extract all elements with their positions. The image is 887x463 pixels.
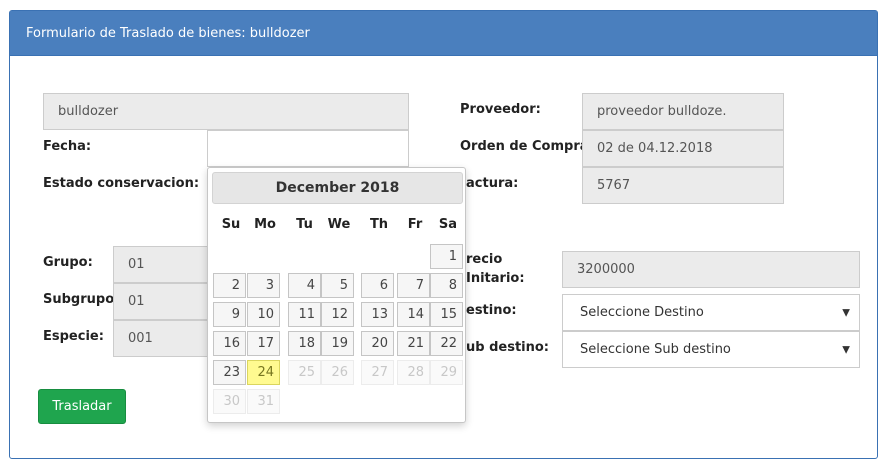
calendar-day[interactable]: 19	[321, 331, 354, 356]
calendar-day[interactable]: 1	[430, 244, 463, 269]
datepicker-month-title: December 2018	[212, 172, 463, 204]
fecha-label: Fecha:	[43, 139, 92, 154]
weekday-header: Mo	[254, 217, 276, 232]
asset-name-field: bulldozer	[43, 93, 409, 130]
grupo-field: 01	[113, 246, 213, 283]
calendar-day[interactable]: 20	[361, 331, 394, 356]
weekday-header: Su	[221, 217, 241, 232]
calendar-day[interactable]: 16	[213, 331, 246, 356]
calendar-day: 29	[430, 360, 463, 385]
calendar-day[interactable]: 8	[430, 273, 463, 298]
precio-label-line-2: Initario:	[466, 271, 525, 286]
weekday-header: Tu	[296, 217, 313, 232]
calendar-day-today[interactable]: 24	[247, 360, 280, 385]
datepicker-popup: December 2018 Su Mo Tu We Th Fr Sa 1 2 3 4 5 6 7 8 9 10 1…	[207, 167, 466, 423]
precio-unitario-field: 3200000	[562, 251, 860, 288]
calendar-day: 26	[321, 360, 354, 385]
fecha-input[interactable]	[207, 130, 409, 167]
weekday-header: Fr	[407, 217, 423, 232]
calendar-day[interactable]: 3	[247, 273, 280, 298]
calendar-day[interactable]: 4	[288, 273, 321, 298]
especie-field: 001	[113, 320, 213, 357]
calendar-day[interactable]: 5	[321, 273, 354, 298]
calendar-day: 30	[213, 389, 246, 414]
weekday-header: We	[327, 217, 351, 232]
weekday-header: Sa	[438, 217, 458, 232]
calendar-day: 28	[397, 360, 430, 385]
calendar-day[interactable]: 14	[397, 302, 430, 327]
grupo-label: Grupo:	[43, 255, 93, 270]
calendar-day: 31	[247, 389, 280, 414]
proveedor-label: Proveedor:	[460, 102, 541, 117]
subdestino-selected-value: Seleccione Sub destino	[580, 342, 731, 357]
calendar-day: 25	[288, 360, 321, 385]
subdestino-label: ub destino:	[466, 340, 550, 355]
calendar-day[interactable]: 15	[430, 302, 463, 327]
panel-title: Formulario de Traslado de bienes: bulldo…	[10, 11, 877, 56]
trasladar-button[interactable]: Trasladar	[38, 389, 126, 424]
calendar-day[interactable]: 9	[213, 302, 246, 327]
calendar-day[interactable]: 22	[430, 331, 463, 356]
destino-label: estino:	[466, 303, 517, 318]
orden-compra-field: 02 de 04.12.2018	[582, 130, 784, 167]
precio-unitario-label: recio Initario:	[466, 250, 525, 288]
destino-select[interactable]: Seleccione Destino ▼	[562, 294, 860, 331]
calendar-day[interactable]: 21	[397, 331, 430, 356]
calendar-day[interactable]: 13	[361, 302, 394, 327]
calendar-day[interactable]: 11	[288, 302, 321, 327]
chevron-down-icon: ▼	[842, 344, 850, 355]
precio-label-line-1: recio	[466, 252, 503, 267]
weekday-header: Th	[369, 217, 389, 232]
especie-label: Especie:	[43, 329, 104, 344]
calendar-day[interactable]: 2	[213, 273, 246, 298]
calendar-day[interactable]: 12	[321, 302, 354, 327]
subdestino-select[interactable]: Seleccione Sub destino ▼	[562, 331, 860, 368]
calendar-day[interactable]: 23	[213, 360, 246, 385]
calendar-day[interactable]: 10	[247, 302, 280, 327]
proveedor-field: proveedor bulldoze.	[582, 93, 784, 130]
calendar-day[interactable]: 17	[247, 331, 280, 356]
calendar-day: 27	[361, 360, 394, 385]
calendar-day[interactable]: 6	[361, 273, 394, 298]
factura-label: actura:	[466, 176, 519, 191]
estado-conservacion-label: Estado conservacion:	[43, 176, 200, 191]
factura-field: 5767	[582, 167, 784, 204]
calendar-day[interactable]: 7	[397, 273, 430, 298]
chevron-down-icon: ▼	[842, 307, 850, 318]
destino-selected-value: Seleccione Destino	[580, 305, 704, 320]
subgrupo-label: Subgrupo:	[43, 292, 120, 307]
orden-compra-label: Orden de Compra:	[460, 139, 594, 154]
calendar-day[interactable]: 18	[288, 331, 321, 356]
subgrupo-field: 01	[113, 283, 213, 320]
